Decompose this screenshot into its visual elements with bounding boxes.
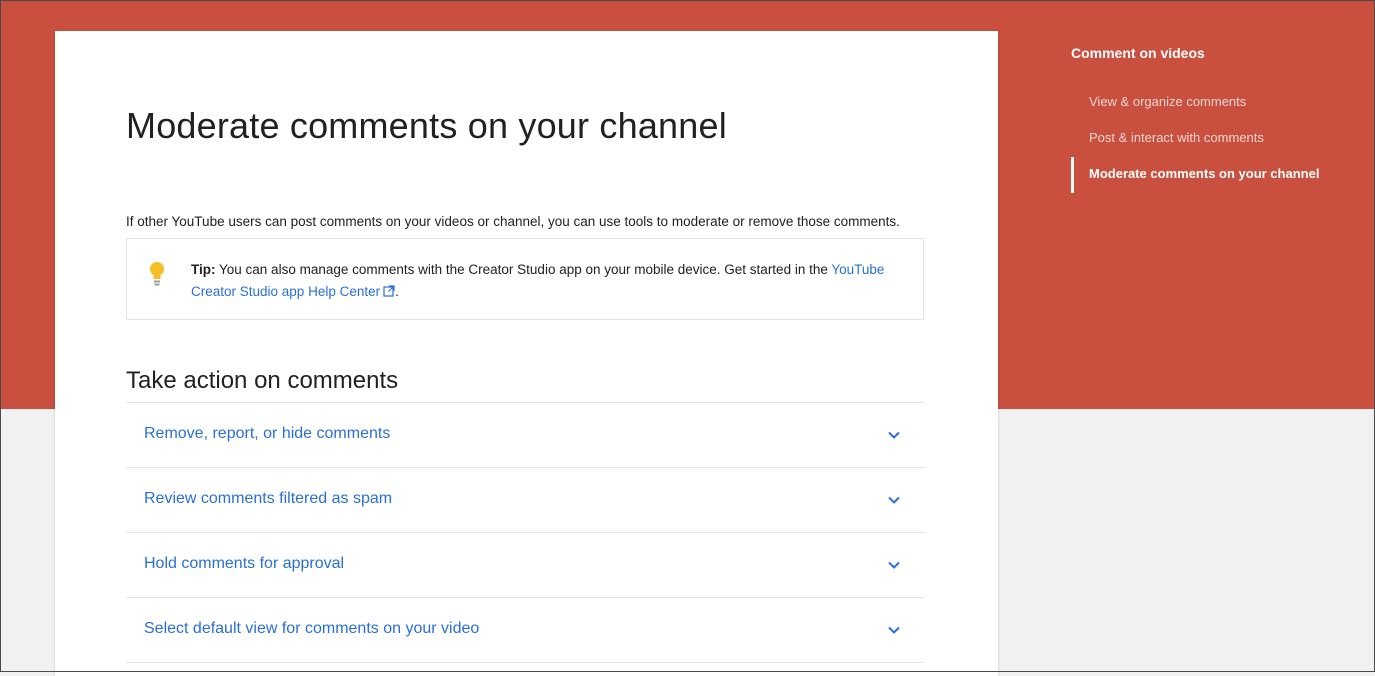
- side-nav-title: Comment on videos: [1071, 45, 1205, 61]
- accordion-item-default-view[interactable]: Select default view for comments on your…: [126, 598, 924, 663]
- tip-text: Tip: You can also manage comments with t…: [191, 259, 911, 303]
- accordion-item-label[interactable]: Remove, report, or hide comments: [144, 425, 390, 443]
- tip-box: Tip: You can also manage comments with t…: [126, 238, 924, 320]
- page-title: Moderate comments on your channel: [126, 105, 727, 146]
- accordion-item-label[interactable]: Hold comments for approval: [144, 555, 344, 573]
- lightbulb-icon: [150, 262, 164, 286]
- accordion-item-review-spam[interactable]: Review comments filtered as spam: [126, 468, 924, 533]
- active-indicator: [1071, 157, 1074, 193]
- side-nav-item-post-interact[interactable]: Post & interact with comments: [1089, 130, 1264, 145]
- tip-body: You can also manage comments with the Cr…: [215, 262, 832, 277]
- chevron-down-icon[interactable]: [888, 496, 900, 504]
- accordion-item-label[interactable]: Review comments filtered as spam: [144, 490, 392, 508]
- chevron-down-icon[interactable]: [888, 626, 900, 634]
- chevron-down-icon[interactable]: [888, 561, 900, 569]
- side-nav-item-moderate[interactable]: Moderate comments on your channel: [1089, 166, 1319, 181]
- tip-trailing: .: [395, 284, 399, 299]
- action-accordion: Remove, report, or hide comments Review …: [126, 402, 924, 663]
- accordion-item-remove-report-hide[interactable]: Remove, report, or hide comments: [126, 403, 924, 468]
- intro-paragraph: If other YouTube users can post comments…: [126, 214, 900, 229]
- article-card: Moderate comments on your channel If oth…: [55, 31, 998, 676]
- external-link-icon[interactable]: [383, 285, 395, 297]
- chevron-down-icon[interactable]: [888, 431, 900, 439]
- accordion-item-label[interactable]: Select default view for comments on your…: [144, 620, 479, 638]
- side-nav-item-view-organize[interactable]: View & organize comments: [1089, 94, 1246, 109]
- tip-label: Tip:: [191, 262, 216, 277]
- section-heading: Take action on comments: [126, 367, 399, 394]
- accordion-item-hold-for-approval[interactable]: Hold comments for approval: [126, 533, 924, 598]
